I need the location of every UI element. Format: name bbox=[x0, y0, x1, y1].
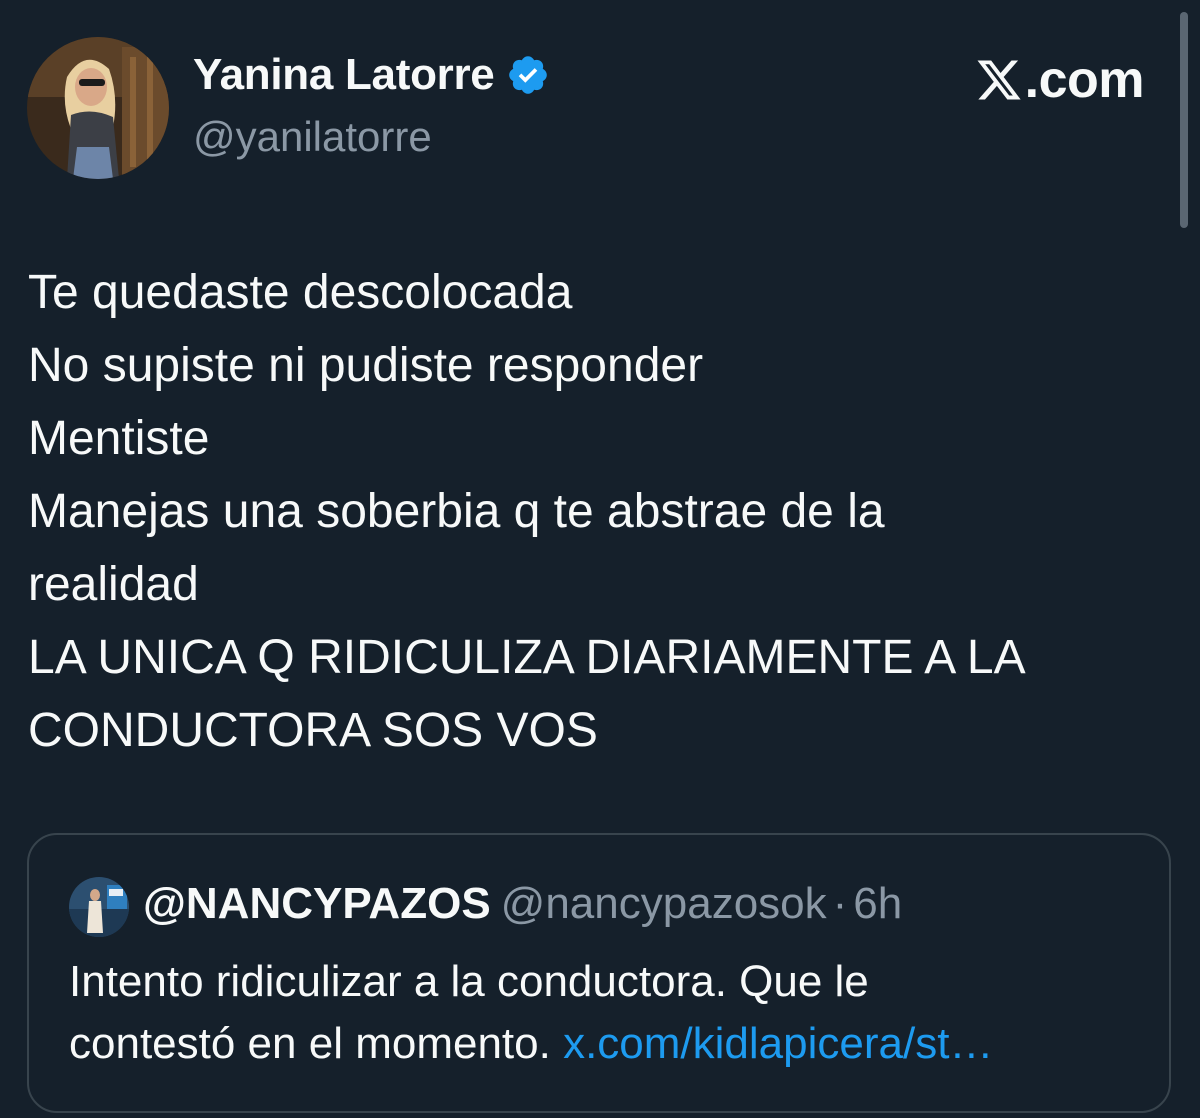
tweet-line: Mentiste bbox=[28, 412, 210, 465]
tweet-line: LA UNICA Q RIDICULIZA DIARIAMENTE A LA bbox=[28, 631, 1026, 684]
quoted-tweet-card[interactable]: @NANCYPAZOS @nancypazosok · 6h Intento ridi… bbox=[27, 833, 1171, 1113]
scrollbar-thumb[interactable] bbox=[1180, 12, 1188, 228]
quoted-tweet-line: Intento ridiculizar a la conductora. Que… bbox=[69, 957, 869, 1006]
tweet-text: Te quedaste descolocada No supiste ni pu… bbox=[28, 256, 1138, 767]
tweet-card: Yanina Latorre @yanilatorre .com Te qued… bbox=[0, 0, 1200, 1118]
x-logo-icon bbox=[975, 56, 1023, 104]
quoted-tweet-header: @NANCYPAZOS @nancypazosok · 6h bbox=[143, 879, 902, 929]
tweet-line: CONDUCTORA SOS VOS bbox=[28, 704, 598, 757]
brand-domain-text: .com bbox=[1024, 51, 1145, 109]
quoted-author-avatar[interactable] bbox=[69, 877, 129, 937]
quoted-tweet-line: contestó en el momento. x.com/kidlapicer… bbox=[69, 1013, 1149, 1075]
tweet-line: realidad bbox=[28, 558, 199, 611]
author-avatar[interactable] bbox=[27, 37, 169, 179]
quoted-tweet-time[interactable]: 6h bbox=[853, 879, 902, 928]
quoted-tweet-link[interactable]: x.com/kidlapicera/st… bbox=[563, 1019, 993, 1068]
author-handle[interactable]: @yanilatorre bbox=[193, 113, 432, 161]
verified-badge-icon bbox=[506, 53, 550, 97]
tweet-line: Manejas una soberbia q te abstrae de la bbox=[28, 485, 885, 538]
quoted-author-handle[interactable]: @nancypazosok bbox=[501, 879, 827, 928]
quoted-author-name[interactable]: @NANCYPAZOS bbox=[143, 879, 491, 928]
tweet-line: Te quedaste descolocada bbox=[28, 266, 573, 319]
quoted-tweet-text: Intento ridiculizar a la conductora. Que… bbox=[69, 951, 1149, 1075]
quoted-tweet-line-text: contestó en el momento. bbox=[69, 1019, 564, 1068]
author-display-name[interactable]: Yanina Latorre bbox=[193, 50, 550, 100]
author-name-text[interactable]: Yanina Latorre bbox=[193, 50, 495, 100]
tweet-line: No supiste ni pudiste responder bbox=[28, 339, 704, 392]
x-brand-logo: .com bbox=[975, 50, 1145, 110]
header-separator: · bbox=[832, 879, 848, 928]
